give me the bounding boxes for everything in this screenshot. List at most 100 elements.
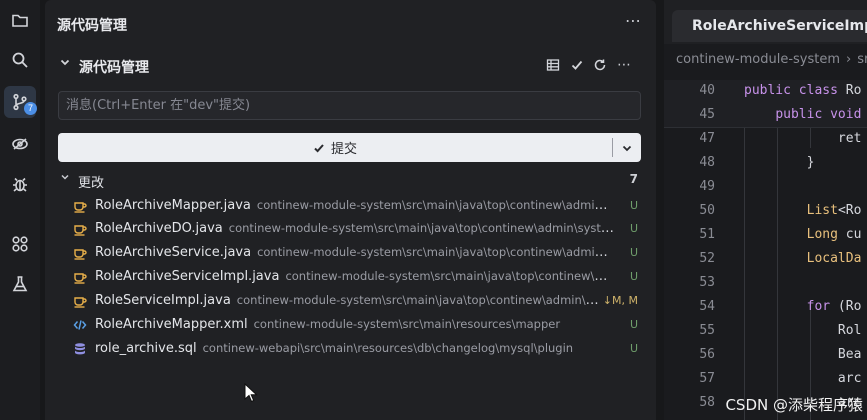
chevron-down-icon [622, 145, 632, 151]
repository-header[interactable]: 源代码管理 ⋯ [57, 56, 642, 76]
source-control-icon[interactable]: 7 [4, 86, 37, 118]
changes-label: 更改 [78, 176, 105, 191]
code-line[interactable]: 48 } [664, 152, 867, 176]
editor-area: RoleArchiveServiceImpl.ja continew-modul… [664, 0, 867, 420]
explorer-icon[interactable] [4, 4, 36, 36]
changed-file-row[interactable]: RoleArchiveMapper.xml continew-module-sys… [57, 315, 642, 337]
commit-message-input[interactable] [58, 91, 641, 120]
code-line[interactable]: 54 for (Ro [664, 296, 867, 320]
file-status: U [629, 270, 638, 283]
database-icon [75, 343, 85, 355]
line-number: 51 [699, 227, 715, 242]
editor-tab-strip: RoleArchiveServiceImpl.ja [664, 0, 867, 44]
file-status: U [629, 246, 638, 259]
line-number: 53 [699, 275, 715, 290]
sidebar-title: 源代码管理 [57, 18, 127, 34]
changed-file-row[interactable]: RoleArchiveServiceImpl.java continew-modu… [57, 267, 642, 289]
view-as-tree-icon[interactable] [544, 56, 562, 74]
commit-label: 提交 [330, 142, 357, 157]
code-line[interactable]: 52 LocalDa [664, 248, 867, 272]
file-path: continew-module-system\src\main\java\top… [285, 269, 614, 283]
changed-file-row[interactable]: RoleArchiveDO.java continew-module-system… [57, 219, 642, 241]
remote-icon[interactable] [4, 128, 36, 160]
changed-file-row[interactable]: RoleServiceImpl.java continew-module-syst… [57, 291, 642, 313]
file-status: U [629, 222, 638, 235]
line-number: 55 [699, 323, 715, 338]
chevron-down-icon[interactable] [59, 56, 71, 71]
changes-badge: 7 [24, 102, 37, 115]
code-line[interactable]: 56 Bea [664, 344, 867, 368]
code-line[interactable]: 53 [664, 272, 867, 296]
code-line[interactable]: 57 arc [664, 368, 867, 392]
file-path: continew-module-system\src\main\resource… [253, 317, 561, 331]
commit-main-action[interactable]: 提交 [58, 133, 612, 162]
file-path: continew-webapi\src\main\resources\db\ch… [202, 341, 574, 355]
file-status: U [629, 318, 638, 331]
code-text: Rol [744, 323, 862, 338]
code-text: public void [775, 107, 862, 122]
file-name: RoleArchiveService.java [95, 245, 252, 260]
debug-icon[interactable] [4, 168, 36, 200]
code-text: for (Ro [806, 299, 862, 314]
file-path: continew-module-system\src\main\java\top… [228, 221, 614, 235]
code-line[interactable]: 47 ret [664, 128, 867, 152]
line-number: 58 [699, 395, 715, 410]
chevron-down-icon[interactable] [60, 172, 70, 185]
line-number: 52 [699, 251, 715, 266]
search-icon[interactable] [4, 44, 36, 76]
commit-button[interactable]: 提交 [58, 133, 641, 162]
java-icon [74, 297, 87, 308]
breadcrumb-item[interactable]: continew-module-system [676, 52, 840, 67]
code-line[interactable]: 55 Rol [664, 320, 867, 344]
file-name: RoleServiceImpl.java [95, 293, 231, 308]
more-actions-icon[interactable]: ⋯ [615, 56, 633, 74]
code-line[interactable]: 51 Long cu [664, 224, 867, 248]
check-icon [314, 143, 324, 153]
file-status: ↓M, M [602, 294, 638, 307]
line-number: 40 [699, 83, 715, 98]
commit-dropdown-button[interactable] [613, 133, 641, 162]
sidebar-more-icon[interactable]: ⋯ [625, 11, 642, 30]
file-status: U [629, 199, 638, 212]
scm-sidebar: 源代码管理 ⋯ 源代码管理 ⋯ 提交 更改 7 [45, 0, 656, 420]
code-text: } [744, 155, 815, 170]
activity-bar: 7 [0, 0, 40, 420]
file-path: continew-module-system\src\main\java\top… [256, 198, 614, 212]
refresh-icon[interactable] [591, 56, 609, 74]
file-path: continew-module-system\src\main\java\top… [257, 245, 614, 259]
changed-file-row[interactable]: role_archive.sql continew-webapi\src\main… [57, 339, 642, 361]
code-line[interactable]: 45 public void [664, 104, 867, 128]
code-line[interactable]: 40 public class Ro [664, 80, 867, 104]
xml-icon [73, 320, 87, 330]
code-text: Bea [744, 347, 862, 362]
breadcrumb: continew-module-system › sr [676, 52, 867, 67]
breadcrumb-item[interactable]: sr [857, 52, 867, 67]
file-name: RoleArchiveServiceImpl.java [95, 269, 280, 284]
line-number: 45 [699, 107, 715, 122]
line-number: 56 [699, 347, 715, 362]
line-number: 48 [699, 155, 715, 170]
repository-title: 源代码管理 [79, 60, 149, 76]
changes-group-header[interactable]: 更改 7 [57, 172, 642, 191]
watermark: CSDN @添柴程序猿 [725, 396, 863, 414]
java-icon [74, 273, 87, 284]
line-number: 54 [699, 299, 715, 314]
code-text: List<Ro [806, 203, 862, 218]
file-path: continew-module-system\src\main\java\top… [236, 293, 602, 307]
file-name: RoleArchiveMapper.java [95, 198, 251, 213]
changed-file-row[interactable]: RoleArchiveMapper.java continew-module-sy… [57, 196, 642, 218]
changed-file-row[interactable]: RoleArchiveService.java continew-module-s… [57, 243, 642, 265]
java-icon [74, 225, 87, 236]
commit-check-icon[interactable] [568, 56, 586, 74]
file-name: RoleArchiveDO.java [95, 221, 223, 236]
code-line[interactable]: 49 [664, 176, 867, 200]
chevron-right-icon: › [846, 52, 852, 67]
code-line[interactable]: 50 List<Ro [664, 200, 867, 224]
testing-icon[interactable] [4, 268, 36, 300]
mouse-cursor-icon [244, 383, 258, 403]
file-name: RoleArchiveMapper.xml [95, 317, 248, 332]
tab-role-archive-service-impl[interactable]: RoleArchiveServiceImpl.ja [672, 10, 867, 42]
line-number: 50 [699, 203, 715, 218]
line-number: 49 [699, 179, 715, 194]
extensions-icon[interactable] [4, 228, 36, 260]
